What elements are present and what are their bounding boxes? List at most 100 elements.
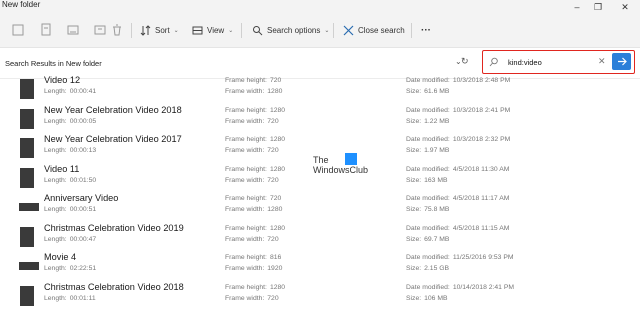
view-button[interactable]: View ⌄ [192, 22, 233, 38]
search-go-button[interactable] [612, 53, 631, 70]
length: Length: 02:22:51 [44, 265, 96, 272]
date-modified-value: 10/14/2018 2:41 PM [452, 283, 515, 291]
date-modified-value: 4/5/2018 11:30 AM [452, 165, 510, 173]
frame-width-value: 720 [267, 117, 279, 125]
date-modified: Date modified: 4/5/2018 11:30 AM [406, 166, 509, 173]
frame-height-label: Frame height: [225, 254, 267, 261]
file-size: Size: 2.15 GB [406, 265, 449, 272]
list-item[interactable]: Christmas Celebration Video 2018 Length: 0… [0, 282, 640, 311]
frame-width-label: Frame width: [225, 235, 265, 243]
frame-height: Frame height: 1280 [225, 284, 285, 291]
sort-button[interactable]: Sort ⌄ [140, 22, 179, 38]
file-name: New Year Celebration Video 2018 [44, 104, 182, 115]
video-thumbnail [20, 79, 34, 99]
file-size-label: Size: [406, 206, 422, 213]
file-list: Video 12 Length: 00:00:41 Frame height: 720 F… [0, 75, 640, 306]
date-modified-value: 10/3/2018 2:48 PM [452, 77, 511, 84]
toolbar-separator [333, 23, 334, 38]
frame-width: Frame width: 720 [225, 147, 279, 154]
frame-height: Frame height: 1280 [225, 107, 285, 114]
file-size: Size: 163 MB [406, 177, 448, 184]
frame-width-value: 1280 [267, 88, 283, 95]
search-input[interactable]: kind:video [508, 58, 542, 67]
rename-icon[interactable] [93, 23, 107, 37]
file-name: Christmas Celebration Video 2019 [44, 222, 184, 233]
paste-icon[interactable] [66, 23, 80, 37]
address-path: Search Results in New folder [5, 59, 102, 68]
length: Length: 00:00:05 [44, 118, 96, 125]
frame-width: Frame width: 1920 [225, 265, 282, 272]
close-search-button[interactable]: Close search [343, 22, 405, 38]
date-modified: Date modified: 4/5/2018 11:15 AM [406, 225, 509, 232]
length-value: 02:22:51 [69, 265, 97, 272]
list-item[interactable]: Anniversary Video Length: 00:00:51 Frame he… [0, 193, 640, 222]
length-label: Length: [44, 117, 67, 125]
date-modified: Date modified: 10/14/2018 2:41 PM [406, 284, 514, 291]
file-size-value: 2.15 GB [424, 265, 450, 272]
file-size: Size: 1.97 MB [406, 147, 449, 154]
frame-width-value: 1280 [267, 206, 283, 213]
clear-search-icon[interactable]: ✕ [598, 56, 606, 67]
watermark-line2: WindowsClub [313, 165, 369, 175]
file-name: Video 12 [44, 75, 81, 85]
length-label: Length: [44, 235, 67, 243]
video-thumbnail [19, 262, 39, 270]
length: Length: 00:01:11 [44, 295, 96, 302]
file-size-label: Size: [406, 235, 422, 243]
length-value: 00:00:13 [69, 147, 97, 154]
file-size-value: 1.97 MB [424, 147, 450, 154]
frame-width: Frame width: 1280 [225, 88, 282, 95]
video-thumbnail [20, 108, 34, 129]
watermark-line1: The [313, 155, 329, 165]
search-options-label: Search options [267, 25, 321, 35]
file-size-label: Size: [406, 147, 422, 154]
list-item[interactable]: Movie 4 Length: 02:22:51 Frame height: 816 Fr… [0, 252, 640, 281]
date-modified-label: Date modified: [406, 283, 450, 291]
frame-width: Frame width: 720 [225, 236, 279, 243]
length-label: Length: [44, 206, 67, 213]
file-size-value: 69.7 MB [424, 235, 450, 243]
more-options-button[interactable]: ··· [421, 22, 431, 38]
frame-width-label: Frame width: [225, 206, 265, 213]
frame-height-value: 1280 [269, 165, 286, 173]
search-box[interactable]: kind:video ✕ [482, 50, 635, 74]
video-thumbnail [19, 203, 39, 211]
frame-width-label: Frame width: [225, 294, 265, 302]
list-item[interactable]: New Year Celebration Video 2018 Length: 00… [0, 105, 640, 134]
frame-width-value: 720 [267, 235, 279, 243]
frame-width: Frame width: 720 [225, 177, 279, 184]
frame-height-label: Frame height: [225, 224, 267, 232]
file-size: Size: 1.22 MB [406, 118, 449, 125]
date-modified: Date modified: 10/3/2018 2:41 PM [406, 107, 510, 114]
frame-height: Frame height: 816 [225, 254, 281, 261]
length: Length: 00:00:41 [44, 88, 96, 95]
file-size-label: Size: [406, 294, 422, 302]
file-size-value: 1.22 MB [424, 117, 450, 125]
refresh-icon[interactable]: ↻ [461, 56, 469, 67]
chevron-down-icon: ⌄ [228, 27, 234, 34]
frame-height: Frame height: 1280 [225, 225, 285, 232]
restore-icon[interactable]: ❐ [591, 1, 605, 13]
cut-icon[interactable] [11, 23, 25, 37]
delete-icon[interactable] [110, 23, 124, 37]
date-modified-label: Date modified: [406, 106, 450, 114]
sort-icon [140, 24, 151, 36]
file-size-value: 61.6 MB [424, 88, 450, 95]
search-options-button[interactable]: Search options ⌄ [252, 22, 329, 38]
frame-width-label: Frame width: [225, 117, 265, 125]
close-window-icon[interactable]: ✕ [618, 1, 632, 13]
date-modified-label: Date modified: [406, 224, 450, 232]
list-item[interactable]: Christmas Celebration Video 2019 Length: 0… [0, 223, 640, 252]
frame-height: Frame height: 720 [225, 195, 281, 202]
file-name: New Year Celebration Video 2017 [44, 134, 182, 144]
frame-height-value: 816 [269, 254, 282, 261]
list-item[interactable]: Video 12 Length: 00:00:41 Frame height: 720 F… [0, 75, 640, 104]
frame-height-value: 720 [269, 77, 282, 84]
frame-width-label: Frame width: [225, 176, 265, 184]
frame-width-value: 720 [267, 294, 279, 302]
date-modified-label: Date modified: [406, 195, 450, 202]
file-size: Size: 106 MB [406, 295, 448, 302]
copy-icon[interactable] [39, 23, 53, 37]
minimize-icon[interactable]: – [570, 1, 584, 13]
length-value: 00:01:11 [69, 294, 96, 302]
